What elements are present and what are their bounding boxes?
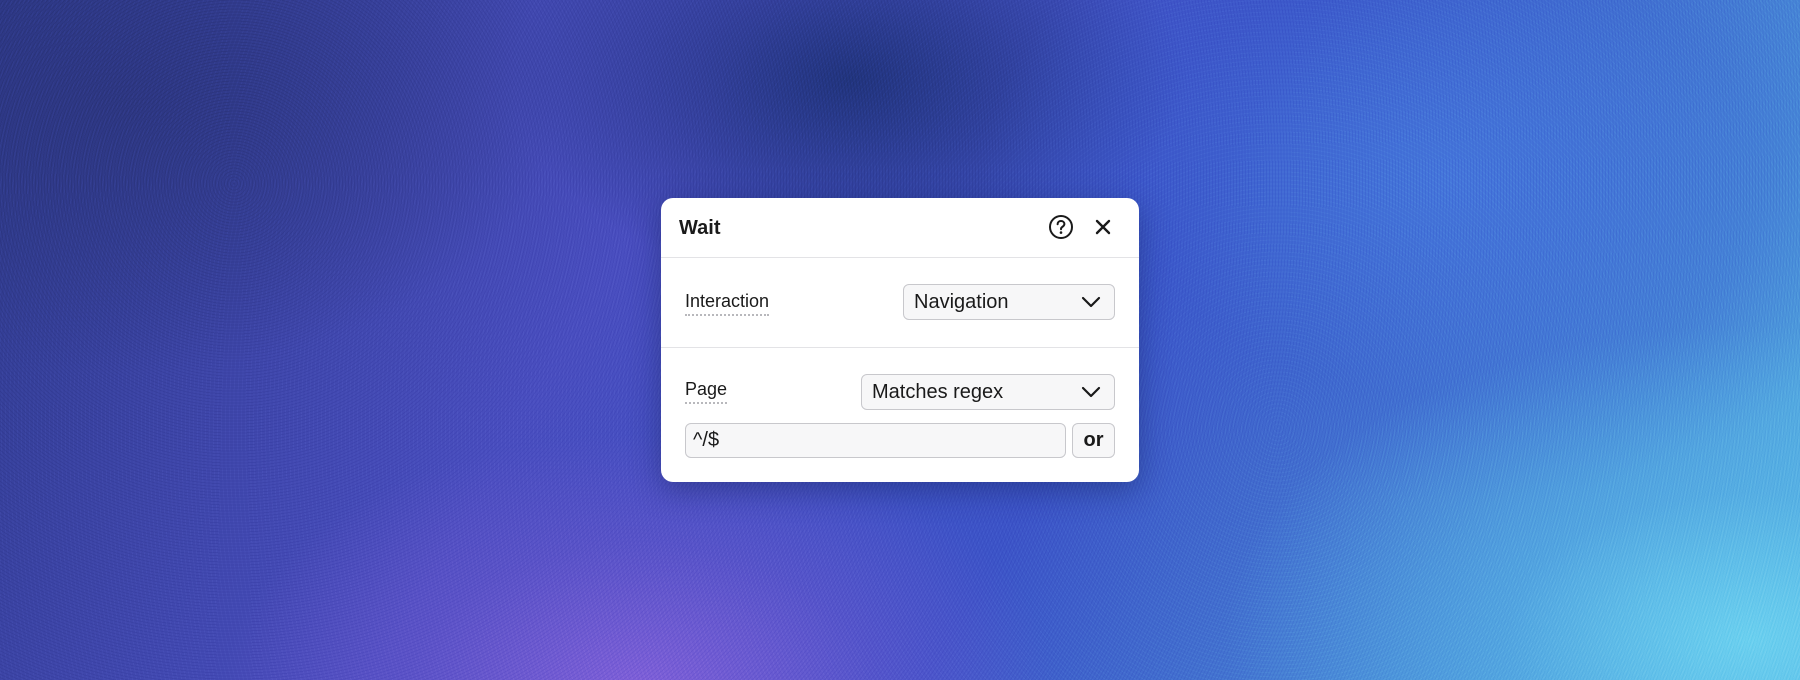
- page-label: Page: [685, 378, 728, 404]
- wait-dialog: Wait Interaction Navigation Page Matches…: [661, 198, 1139, 482]
- regex-pattern-input[interactable]: [685, 423, 1066, 458]
- chevron-down-icon: [1080, 381, 1102, 403]
- chevron-down-icon: [1080, 291, 1102, 313]
- dialog-title: Wait: [679, 217, 721, 239]
- interaction-select[interactable]: Navigation: [903, 284, 1115, 320]
- or-button[interactable]: or: [1072, 423, 1115, 458]
- close-icon: [1095, 219, 1111, 235]
- dialog-header: Wait: [661, 198, 1139, 258]
- page-match-select[interactable]: Matches regex: [861, 374, 1115, 410]
- page-match-select-value: Matches regex: [872, 380, 1004, 403]
- help-button[interactable]: [1047, 213, 1075, 241]
- close-button[interactable]: [1089, 213, 1117, 241]
- interaction-label: Interaction: [685, 290, 770, 316]
- question-circle-icon: [1049, 215, 1073, 239]
- interaction-select-value: Navigation: [914, 290, 1009, 313]
- interaction-row: Interaction Navigation: [661, 258, 1139, 348]
